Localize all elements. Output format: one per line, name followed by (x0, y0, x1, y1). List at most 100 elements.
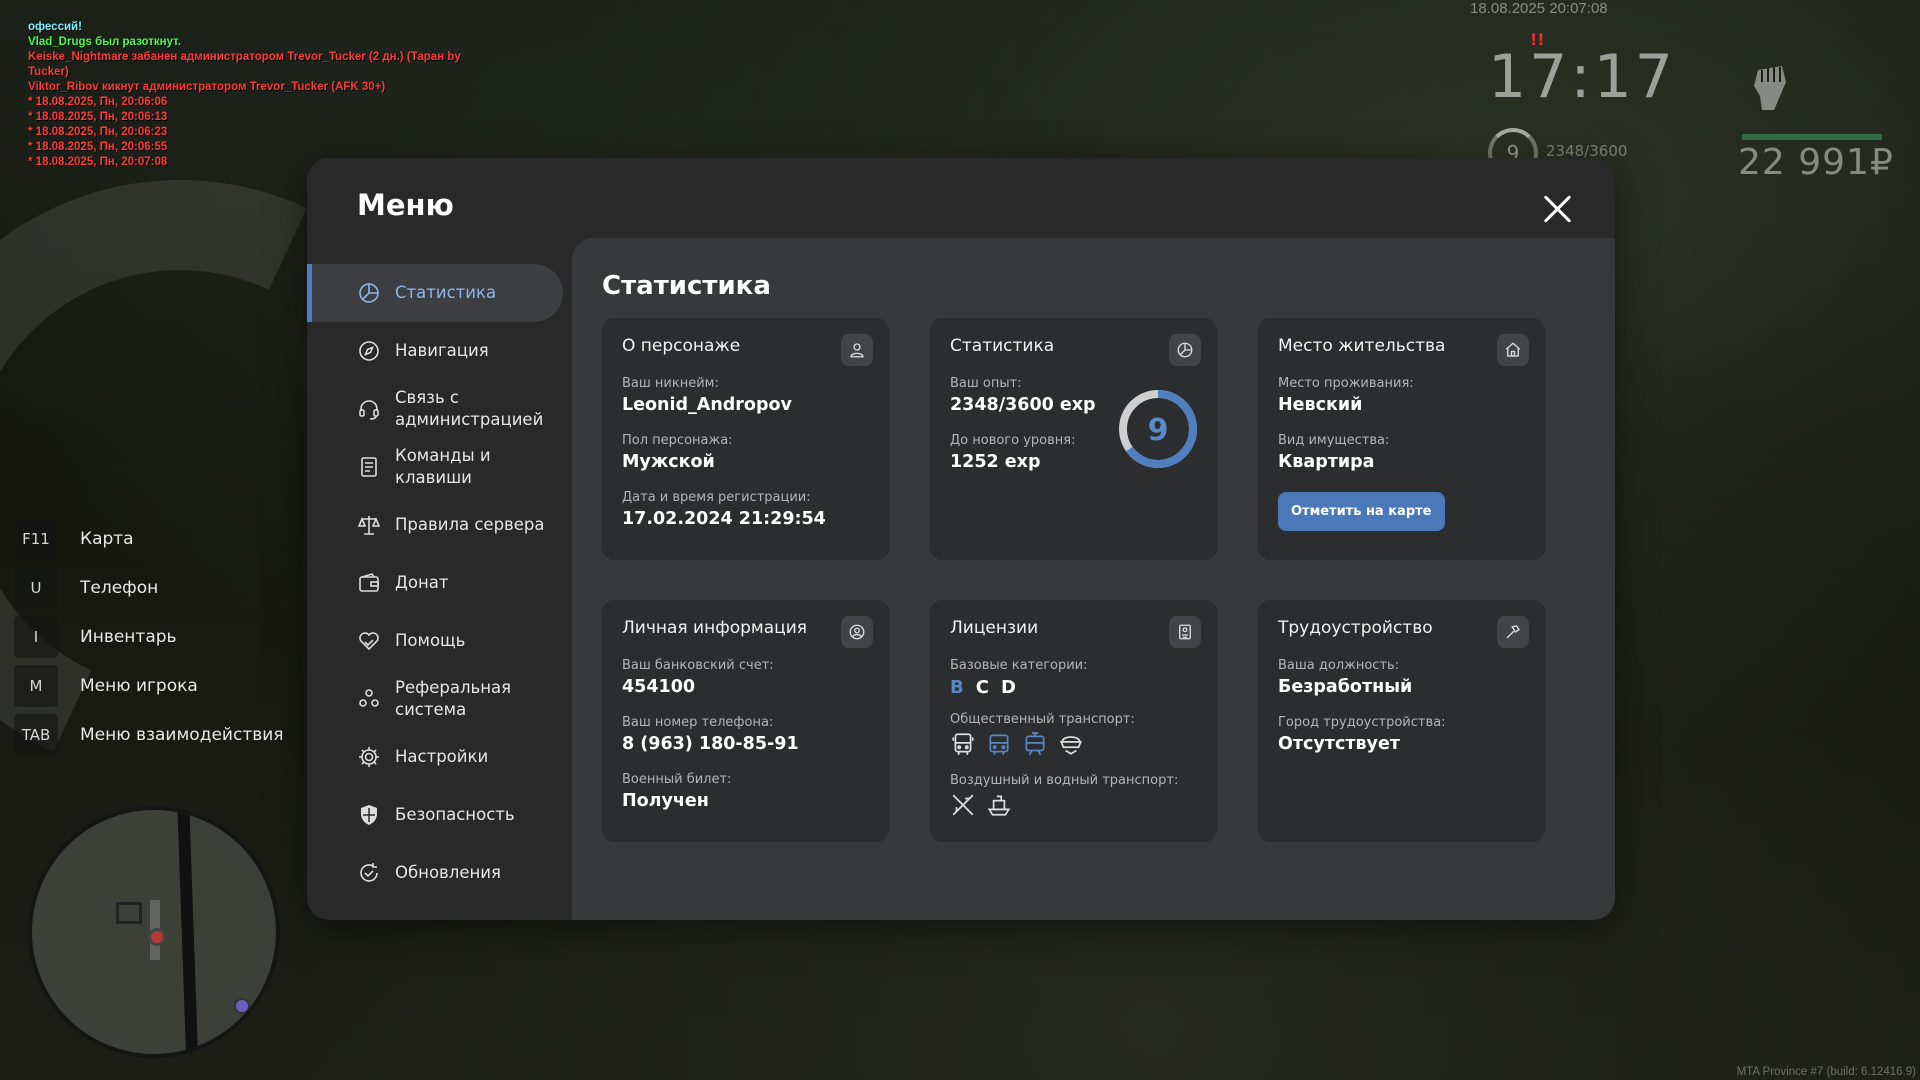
registration-value: 17.02.2024 21:29:54 (622, 509, 826, 529)
nav-item-updates[interactable]: Обновления (307, 844, 563, 902)
card-icon-box (1497, 334, 1529, 366)
nav-item-donate[interactable]: Донат (307, 554, 563, 612)
keybind-interaction-menu[interactable]: TAB Меню взаимодействия (14, 714, 284, 756)
menu-sidebar: Статистика Навигация Связь с администрац… (307, 264, 563, 902)
level-number: 9 (1148, 413, 1169, 448)
nav-item-admin-contact[interactable]: Связь с администрацией (307, 380, 563, 438)
card-character: О персонаже Ваш никнейм: Leonid_Andropov… (602, 318, 889, 560)
field-label: Ваша должность: (1278, 658, 1400, 673)
field-label: Ваш банковский счет: (622, 658, 774, 673)
compass-icon (359, 341, 379, 361)
military-id-value: Получен (622, 791, 709, 811)
document-icon (361, 457, 377, 477)
nav-item-commands[interactable]: Команды и клавиши (307, 438, 563, 496)
home-icon (1505, 342, 1521, 357)
keybind-label: Телефон (80, 578, 159, 598)
hud-datetime: 18.08.2025 20:07:08 (1470, 0, 1608, 17)
gender-value: Мужской (622, 452, 715, 472)
card-personal-info: Личная информация Ваш банковский счет: 4… (602, 600, 889, 842)
card-licenses: Лицензии Базовые категории: B C D Общест… (930, 600, 1217, 842)
statistics-content: Статистика О персонаже Ваш никнейм: Leon… (572, 238, 1615, 920)
taxi-icon (1059, 736, 1083, 755)
card-icon-box (1169, 616, 1201, 648)
bank-account-value: 454100 (622, 677, 696, 697)
phone-value: 8 (963) 180-85-91 (622, 734, 799, 754)
card-title: Личная информация (622, 618, 808, 638)
trolleybus-icon (989, 734, 1009, 755)
keybind-inventory[interactable]: I Инвентарь (14, 616, 284, 658)
license-card-icon (1179, 624, 1191, 640)
card-icon-box (841, 334, 873, 366)
card-body: Место проживания: Невский Вид имущества:… (1278, 376, 1525, 531)
chat-line: * 18.08.2025, Пн, 20:06:06 (28, 96, 168, 108)
nav-label: Обновления (395, 863, 501, 882)
hud-clock: 17:17 (1488, 42, 1676, 112)
hammer-icon (1506, 625, 1520, 639)
card-statistics: Статистика Ваш опыт: 2348/3600 exp До но… (930, 318, 1217, 560)
nav-item-settings[interactable]: Настройки (307, 728, 563, 786)
field-label: Воздушный и водный транспорт: (950, 773, 1179, 788)
level-progress-ring: 9 (1119, 390, 1197, 468)
menu-window: Меню Статистика Навигация Связь с админи… (307, 158, 1615, 920)
field-label: Вид имущества: (1278, 433, 1390, 448)
boat-icon (987, 795, 1011, 816)
chat-line: * 18.08.2025, Пн, 20:06:23 (28, 126, 168, 138)
residence-value: Невский (1278, 395, 1363, 415)
chat-line: Tucker) (28, 66, 69, 78)
stats-icon (1177, 342, 1193, 358)
nav-label: Статистика (395, 283, 497, 302)
refresh-check-icon (360, 863, 378, 882)
minimap-road (177, 810, 199, 1054)
nav-item-security[interactable]: Безопасность (307, 786, 563, 844)
field-label: Ваш номер телефона: (622, 715, 774, 730)
card-title: Трудоустройство (1278, 618, 1433, 638)
minimap-blip-icon (234, 998, 250, 1014)
keybind-player-menu[interactable]: M Меню игрока (14, 665, 284, 707)
stats-icon (359, 283, 379, 303)
property-value: Квартира (1278, 452, 1375, 472)
keybind-label: Меню взаимодействия (80, 725, 284, 745)
card-icon-box (841, 616, 873, 648)
keybind-label: Инвентарь (80, 627, 177, 647)
keybind-list: F11 Карта U Телефон I Инвентарь M Меню и… (14, 518, 284, 763)
user-circle-icon (849, 624, 865, 640)
bus-icon (952, 733, 974, 755)
keybind-phone[interactable]: U Телефон (14, 567, 284, 609)
license-category-c: C (975, 677, 989, 698)
field-label: Общественный транспорт: (950, 712, 1135, 727)
keybind-map[interactable]: F11 Карта (14, 518, 284, 560)
nav-item-rules[interactable]: Правила сервера (307, 496, 563, 554)
plane-icon (952, 794, 974, 816)
chat-log: офессий! Vlad_Drugs был разоткнут. Keisk… (28, 20, 498, 170)
nav-item-help[interactable]: Помощь (307, 612, 563, 670)
nav-label: Настройки (395, 747, 489, 766)
tram-icon (1025, 732, 1045, 756)
keycap: M (14, 665, 58, 707)
keybind-label: Карта (80, 529, 134, 549)
card-icon-box (1169, 334, 1201, 366)
nav-label: Команды и клавиши (395, 446, 491, 487)
nav-item-statistics[interactable]: Статистика (307, 264, 563, 322)
air-water-licenses (950, 792, 1197, 818)
card-title: Место жительства (1278, 336, 1446, 356)
nav-label: Навигация (395, 341, 489, 360)
chat-line: Vlad_Drugs был разоткнут. (28, 36, 181, 48)
card-title: Лицензии (950, 618, 1039, 638)
license-category-b: B (950, 677, 964, 698)
field-label: Пол персонажа: (622, 433, 733, 448)
section-title: Статистика (602, 271, 771, 301)
build-version: MTA Province #7 (build: 6.12416.9) (1736, 1066, 1916, 1078)
nav-label: Реферальная система (395, 678, 512, 719)
mark-on-map-button[interactable]: Отметить на карте (1278, 492, 1445, 531)
public-transport-licenses (950, 731, 1197, 757)
nav-item-navigation[interactable]: Навигация (307, 322, 563, 380)
nav-label: Правила сервера (395, 515, 545, 534)
keycap: TAB (14, 714, 58, 756)
field-label: Военный билет: (622, 772, 732, 787)
field-label: Ваш никнейм: (622, 376, 719, 391)
nav-item-referral[interactable]: Реферальная система (307, 670, 563, 728)
close-icon[interactable] (1543, 194, 1573, 224)
nav-label: Помощь (395, 631, 466, 650)
nav-label: Связь с администрацией (395, 388, 544, 429)
keycap: U (14, 567, 58, 609)
